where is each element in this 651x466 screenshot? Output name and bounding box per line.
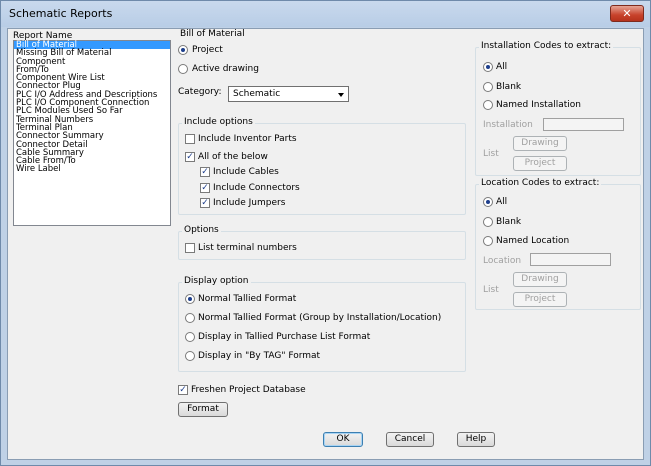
cancel-button[interactable]: Cancel xyxy=(386,432,434,447)
location-field-label: Location xyxy=(483,256,522,266)
installation-all-radio[interactable] xyxy=(483,62,493,72)
installation-list-label: List xyxy=(483,149,499,159)
dialog-body: Report Name Bill of Material Missing Bill… xyxy=(7,28,644,460)
installation-codes-group: Installation Codes to extract: All Blank… xyxy=(475,41,641,176)
installation-drawing-button[interactable]: Drawing xyxy=(513,136,567,151)
close-button[interactable]: ✕ xyxy=(610,5,644,22)
purchase-list-radio[interactable] xyxy=(185,332,195,342)
category-label: Category: xyxy=(178,87,222,97)
include-inventor-label: Include Inventor Parts xyxy=(198,134,297,144)
named-installation-label: Named Installation xyxy=(496,100,581,110)
named-installation-radio[interactable] xyxy=(483,100,493,110)
by-tag-label: Display in "By TAG" Format xyxy=(198,351,321,361)
grouped-tallied-label: Normal Tallied Format (Group by Installa… xyxy=(198,313,442,323)
all-below-label: All of the below xyxy=(198,152,268,162)
normal-tallied-label: Normal Tallied Format xyxy=(198,294,297,304)
list-terminal-label: List terminal numbers xyxy=(198,243,297,253)
by-tag-radio[interactable] xyxy=(185,351,195,361)
include-jumpers-label: Include Jumpers xyxy=(213,198,286,208)
freshen-checkbox[interactable]: ✓ xyxy=(178,385,188,395)
location-project-button[interactable]: Project xyxy=(513,292,567,307)
category-dropdown[interactable]: Schematic xyxy=(228,86,349,102)
format-button[interactable]: Format xyxy=(178,402,228,417)
ok-button[interactable]: OK xyxy=(323,432,363,447)
category-value: Schematic xyxy=(233,89,281,99)
window-title: Schematic Reports xyxy=(9,7,113,20)
all-below-checkbox[interactable]: ✓ xyxy=(185,152,195,162)
include-cables-label: Include Cables xyxy=(213,167,279,177)
bom-title: Bill of Material xyxy=(180,29,245,39)
location-all-radio[interactable] xyxy=(483,197,493,207)
grouped-tallied-radio[interactable] xyxy=(185,313,195,323)
location-list-label: List xyxy=(483,285,499,295)
installation-codes-title: Installation Codes to extract: xyxy=(479,41,614,51)
include-connectors-checkbox[interactable]: ✓ xyxy=(200,183,210,193)
installation-blank-radio[interactable] xyxy=(483,82,493,92)
installation-all-label: All xyxy=(496,62,508,72)
include-options-group: Include options Include Inventor Parts ✓… xyxy=(178,117,466,215)
named-location-radio[interactable] xyxy=(483,236,493,246)
location-blank-radio[interactable] xyxy=(483,217,493,227)
include-cables-checkbox[interactable]: ✓ xyxy=(200,167,210,177)
location-blank-label: Blank xyxy=(496,217,522,227)
chevron-down-icon xyxy=(338,93,344,97)
named-location-label: Named Location xyxy=(496,236,570,246)
active-drawing-radio-label: Active drawing xyxy=(192,64,259,74)
display-option-group: Display option Normal Tallied Format Nor… xyxy=(178,276,466,372)
help-button[interactable]: Help xyxy=(457,432,495,447)
project-radio[interactable] xyxy=(178,45,188,55)
freshen-label: Freshen Project Database xyxy=(191,385,306,395)
location-codes-group: Location Codes to extract: All Blank Nam… xyxy=(475,178,641,310)
location-drawing-button[interactable]: Drawing xyxy=(513,272,567,287)
project-radio-label: Project xyxy=(192,45,223,55)
options-title: Options xyxy=(182,225,221,235)
purchase-list-label: Display in Tallied Purchase List Format xyxy=(198,332,371,342)
installation-blank-label: Blank xyxy=(496,82,522,92)
include-jumpers-checkbox[interactable]: ✓ xyxy=(200,198,210,208)
normal-tallied-radio[interactable] xyxy=(185,294,195,304)
title-bar[interactable]: Schematic Reports ✕ xyxy=(1,1,650,27)
installation-field-label: Installation xyxy=(483,120,533,130)
active-drawing-radio[interactable] xyxy=(178,64,188,74)
installation-input[interactable] xyxy=(543,118,624,131)
display-option-title: Display option xyxy=(182,276,251,286)
include-connectors-label: Include Connectors xyxy=(213,183,300,193)
installation-project-button[interactable]: Project xyxy=(513,156,567,171)
report-list-item[interactable]: Wire Label xyxy=(14,165,170,174)
location-all-label: All xyxy=(496,197,508,207)
include-options-title: Include options xyxy=(182,117,255,127)
location-input[interactable] xyxy=(530,253,611,266)
location-codes-title: Location Codes to extract: xyxy=(479,178,602,188)
include-inventor-checkbox[interactable] xyxy=(185,134,195,144)
report-list[interactable]: Bill of Material Missing Bill of Material… xyxy=(13,40,171,226)
options-group: Options List terminal numbers xyxy=(178,225,466,260)
dialog-window: Schematic Reports ✕ Report Name Bill of … xyxy=(0,0,651,466)
list-terminal-checkbox[interactable] xyxy=(185,243,195,253)
